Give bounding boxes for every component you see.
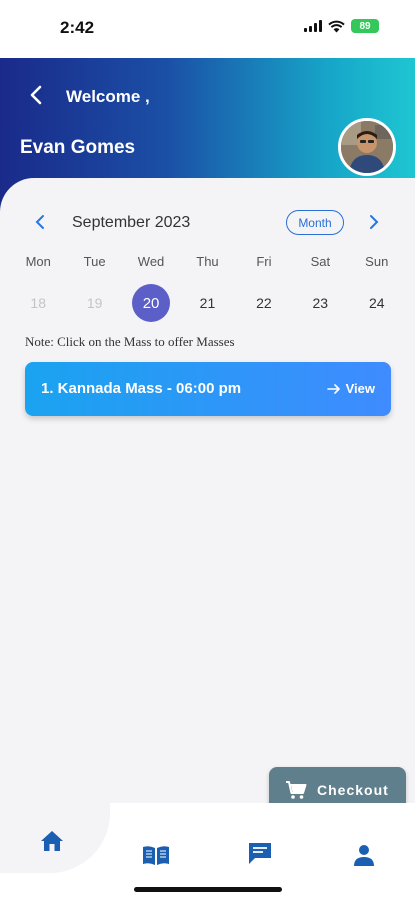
arrow-right-icon [326,383,340,394]
day-name: Tue [83,254,106,269]
battery-icon: 89 [351,19,379,33]
day-column[interactable]: Mon 18 [10,254,66,322]
day-column[interactable]: Tue 19 [66,254,122,322]
mass-title: 1. Kannada Mass - 06:00 pm [41,380,242,397]
day-number[interactable]: 23 [301,284,339,322]
home-indicator [134,887,282,892]
selected-day[interactable]: 20 [132,284,171,322]
day-name: Fri [256,254,272,269]
nav-book[interactable] [140,839,172,871]
home-icon [41,831,63,851]
day-column[interactable]: Fri 22 [236,254,292,322]
month-toggle-button[interactable]: Month [286,210,344,235]
book-icon [143,846,169,865]
nav-messages[interactable] [244,837,276,869]
main-card: September 2023 Month Mon 18 Tue 19 Wed 20 Thu 2… [0,178,415,803]
nav-profile[interactable] [348,839,380,871]
view-label: View [345,381,375,396]
wifi-icon [328,20,345,32]
avatar-photo [341,121,393,173]
day-number[interactable]: 24 [358,284,396,322]
day-number[interactable]: 19 [76,284,114,322]
week-strip: Mon 18 Tue 19 Wed 20 Thu 21 Fri 22 Sat 23 Sun 24 [10,254,405,322]
mass-item[interactable]: 1. Kannada Mass - 06:00 pm View [25,362,391,416]
calendar-month-label: September 2023 [72,214,191,231]
back-icon[interactable] [26,84,48,106]
user-name: Evan Gomes [20,137,136,158]
day-column[interactable]: Sat 23 [292,254,348,322]
day-name: Sun [365,254,389,269]
chevron-right-icon[interactable] [368,214,380,235]
person-icon [354,845,374,866]
day-name: Sat [310,254,331,269]
battery-level: 89 [359,20,371,32]
status-icons: 89 [304,19,379,33]
day-number[interactable]: 21 [188,284,226,322]
status-bar: 2:42 89 [0,0,415,58]
welcome-text: Welcome , [66,87,150,106]
day-column[interactable]: Thu 21 [179,254,235,322]
cart-icon [286,780,307,799]
calendar-header: September 2023 Month [0,208,415,238]
day-number[interactable]: 22 [245,284,283,322]
bottom-nav [0,803,415,900]
nav-home[interactable] [36,825,68,857]
day-name: Mon [25,254,51,269]
day-column[interactable]: Sun 24 [349,254,405,322]
avatar[interactable] [338,118,396,176]
day-column[interactable]: Wed 20 [123,254,179,322]
signal-icon [304,20,322,32]
chat-icon [249,843,271,864]
day-name: Wed [137,254,165,269]
day-name: Thu [196,254,219,269]
chevron-left-icon[interactable] [34,214,46,235]
instruction-note: Note: Click on the Mass to offer Masses [25,334,235,349]
day-number[interactable]: 18 [19,284,57,322]
status-time: 2:42 [60,18,95,37]
checkout-label: Checkout [317,781,389,798]
view-button[interactable]: View [326,381,375,396]
